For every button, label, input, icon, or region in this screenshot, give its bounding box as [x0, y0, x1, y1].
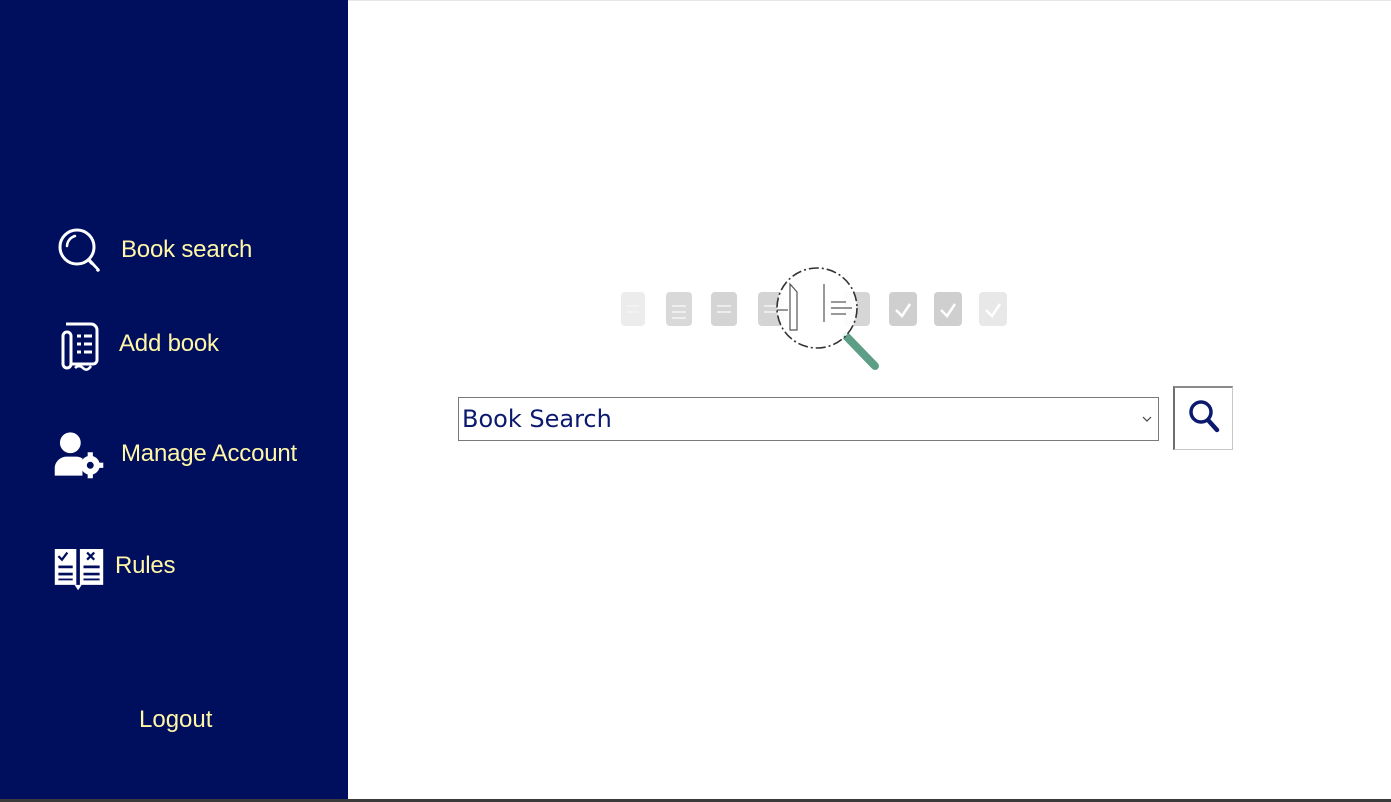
book-search-combobox[interactable]: Book Search	[458, 397, 1159, 441]
user-settings-icon	[53, 426, 105, 482]
sidebar: Book search Add book Manage Account Rule…	[0, 0, 348, 802]
logout-button[interactable]: Logout	[139, 706, 212, 734]
search-value: Book Search	[462, 405, 612, 433]
sidebar-item-label: Rules	[115, 552, 176, 579]
sidebar-item-manage-account[interactable]: Manage Account	[53, 426, 297, 482]
sidebar-item-label: Book search	[121, 236, 253, 263]
sidebar-item-rules[interactable]: Rules	[53, 538, 176, 594]
chevron-down-icon[interactable]	[1136, 398, 1158, 440]
sidebar-item-label: Manage Account	[121, 440, 297, 467]
document-search-illustration	[618, 262, 1018, 377]
search-icon	[1187, 398, 1221, 439]
sidebar-item-book-search[interactable]: Book search	[53, 222, 252, 278]
sidebar-item-add-book[interactable]: Add book	[53, 316, 219, 372]
rulebook-icon	[53, 538, 105, 594]
magnifier-icon	[53, 222, 105, 278]
document-list-icon	[53, 316, 105, 372]
search-button[interactable]	[1173, 386, 1233, 450]
sidebar-item-label: Add book	[119, 330, 219, 357]
